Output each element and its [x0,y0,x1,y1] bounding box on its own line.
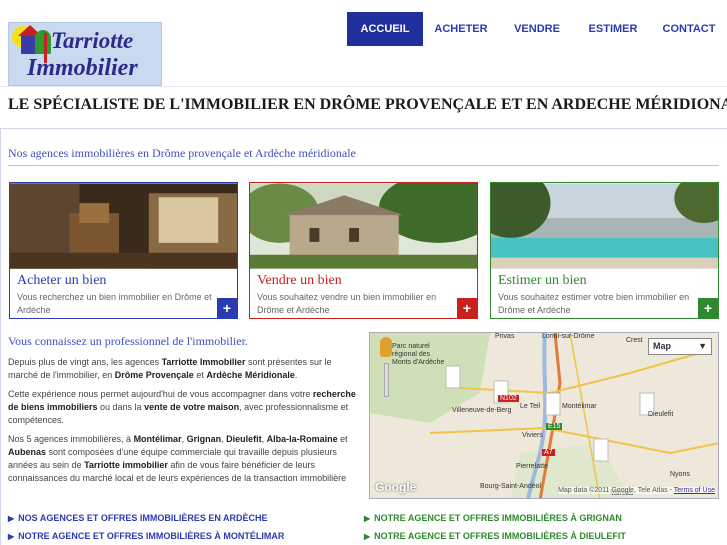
logo-text-line1: Tarriotte [51,28,134,53]
card-estimer-text: Vous souhaitez estimer votre bien immobi… [498,292,690,315]
triangle-right-icon: ▶ [8,514,15,523]
terms-of-use-link[interactable]: Terms of Use [674,487,715,494]
map-label: Crest [626,337,643,344]
map-label: Privas [495,333,515,340]
link-montelimar[interactable]: ▶ NOTRE AGENCE ET OFFRES IMMOBILIÈRES À M… [8,531,284,541]
card-vendre-plus-icon[interactable]: + [457,298,477,318]
map-label: Pierrelatte [516,463,548,470]
zoom-slider[interactable] [384,363,389,397]
logo-text-line2: Immobilier [27,55,138,81]
card-vendre-image [250,183,477,269]
map-label: Nyons [670,471,690,478]
card-vendre-caption: Vendre un bien Vous souhaitez vendre un … [250,269,477,318]
logo-tree-icon [35,30,51,54]
map-label: Parc naturel [392,343,430,350]
map-road-badge: A7 [542,449,555,456]
card-estimer-plus-icon[interactable]: + [698,298,718,318]
link-dieulefit[interactable]: ▶ NOTRE AGENCE ET OFFRES IMMOBILIÈRES À D… [364,531,626,541]
main-nav: ACCUEIL ACHETER VENDRE ESTIMER CONTACT [347,12,727,46]
link-ardeche[interactable]: ▶ NOS AGENCES ET OFFRES IMMOBILIÈRES EN A… [8,513,268,523]
nav-estimer[interactable]: ESTIMER [575,12,651,46]
card-acheter-caption: Acheter un bien Vous recherchez un bien … [10,269,237,318]
map-label: Bourg-Saint-Andéol [480,483,542,490]
nav-contact[interactable]: CONTACT [651,12,727,46]
pro-paragraph-1: Depuis plus de vingt ans, les agences Ta… [8,357,332,380]
page-tagline: LE SPÉCIALISTE DE L'IMMOBILIER EN DRÔME … [8,96,727,113]
map-label: Le Teil [520,403,541,410]
map-label: régional des [392,351,431,358]
pro-paragraph-3: Nos 5 agences immobilières, à Montélimar… [8,434,348,483]
map-label: Dieulefit [648,411,674,418]
card-estimer[interactable]: Estimer un bien Vous souhaitez estimer v… [490,182,719,319]
map-label: Monts d'Ardèche [392,359,445,366]
triangle-right-icon: ▶ [364,532,371,541]
page: Tarriotte Immobilier ACCUEIL ACHETER VEN… [0,0,727,545]
map-label: Viviers [522,432,543,439]
triangle-right-icon: ▶ [364,514,371,523]
map-road-badge: N102 [498,395,519,402]
chevron-down-icon: ▼ [698,341,707,351]
map-label: Montélimar [562,403,597,410]
pegman-icon[interactable] [380,337,392,357]
header-divider [0,86,727,87]
card-estimer-image [491,183,718,269]
card-acheter-title[interactable]: Acheter un bien [17,273,237,289]
map-label: Villeneuve-de-Berg [452,407,512,414]
card-vendre-text: Vous souhaitez vendre un bien immobilier… [257,292,437,315]
agencies-subtitle: Nos agences immobilières en Drôme proven… [8,146,356,160]
triangle-right-icon: ▶ [8,532,15,541]
card-acheter-plus-icon[interactable]: + [217,298,237,318]
map-label: Loriol-sur-Drôme [542,333,595,340]
map-credit: Map data ©2011 Google, Tele Atlas - Term… [558,487,715,494]
map-type-label: Map [653,341,671,351]
card-estimer-caption: Estimer un bien Vous souhaitez estimer v… [491,269,718,318]
subtitle-divider [8,165,719,166]
pro-heading: Vous connaissez un professionnel de l'im… [8,334,248,348]
card-estimer-title[interactable]: Estimer un bien [498,273,718,289]
google-logo: Google [375,480,417,494]
card-acheter-text: Vous recherchez un bien immobilier en Dr… [17,292,212,315]
nav-accueil[interactable]: ACCUEIL [347,12,423,46]
link-grignan[interactable]: ▶ NOTRE AGENCE ET OFFRES IMMOBILIÈRES À G… [364,513,622,523]
pro-section: Vous connaissez un professionnel de l'im… [8,334,358,491]
card-vendre[interactable]: Vendre un bien Vous souhaitez vendre un … [249,182,478,319]
card-acheter-image [10,183,237,269]
card-acheter[interactable]: Acheter un bien Vous recherchez un bien … [9,182,238,319]
map-road-badge: E15 [546,423,563,430]
nav-vendre[interactable]: VENDRE [499,12,575,46]
pro-paragraph-2: Cette expérience nous permet aujourd'hui… [8,389,356,425]
nav-acheter[interactable]: ACHETER [423,12,499,46]
agencies-map[interactable]: Map ▼ Parc naturel régional des Monts d'A… [369,332,719,499]
card-vendre-title[interactable]: Vendre un bien [257,273,477,289]
map-type-select[interactable]: Map ▼ [648,338,712,355]
logo[interactable]: Tarriotte Immobilier [8,22,162,86]
